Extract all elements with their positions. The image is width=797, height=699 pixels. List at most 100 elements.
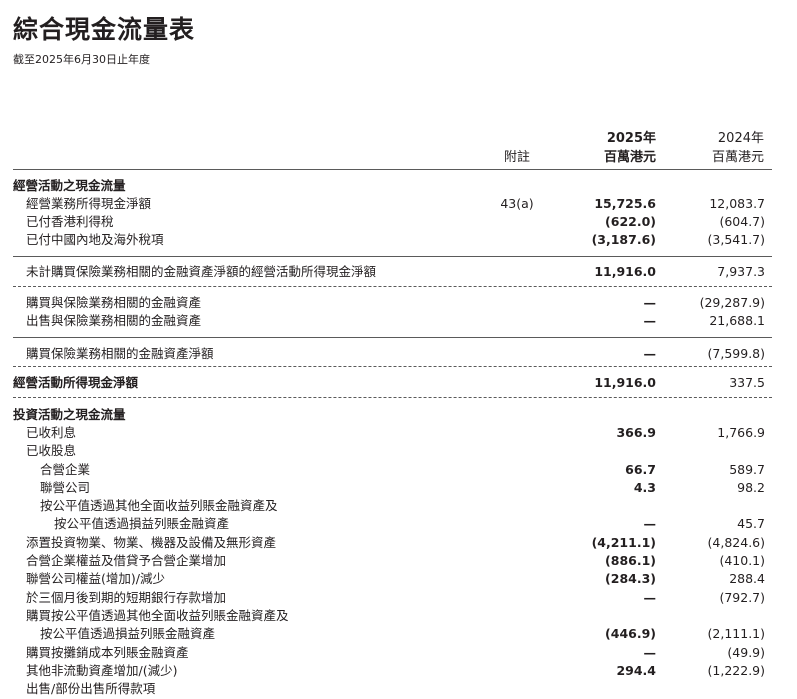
current-year-label: 2025年 <box>606 131 656 146</box>
row-value-2025: — <box>643 295 657 310</box>
period-subtitle: 截至2025年6月30日止年度 <box>13 53 150 66</box>
row-value-2025: — <box>643 516 657 531</box>
row-label: 經營業務所得現金淨額 <box>26 196 152 211</box>
row-label: 購買與保險業務相關的金融資產 <box>26 295 202 310</box>
row-label: 出售/部份出售所得款項 <box>26 681 156 696</box>
page-title: 綜合現金流量表 <box>13 15 196 44</box>
row-value-2024: (2,111.1) <box>707 626 765 641</box>
row-value-2024: 337.5 <box>729 375 765 390</box>
row-value-2024: 7,937.3 <box>717 264 765 279</box>
row-label: 合營企業權益及借貸予合營企業增加 <box>26 553 227 568</box>
row-value-2024: 12,083.7 <box>709 196 765 211</box>
table-row: 於三個月後到期的短期銀行存款增加 — (792.7) <box>0 589 797 607</box>
table-row: 購買按攤銷成本列賬金融資產 — (49.9) <box>0 644 797 662</box>
row-value-2025: — <box>643 645 657 660</box>
row-value-2024: (4,824.6) <box>707 535 765 550</box>
row-value-2025: (622.0) <box>605 214 656 229</box>
table-row: 已收股息 <box>0 442 797 460</box>
row-label: 投資活動之現金流量 <box>13 407 126 422</box>
row-value-2025: (886.1) <box>605 553 656 568</box>
row-value-2024: 45.7 <box>737 516 765 531</box>
note-column-header: 附註 <box>503 150 530 165</box>
row-value-2024: (410.1) <box>719 553 765 568</box>
row-label: 按公平值透過其他全面收益列賬金融資產及 <box>40 498 278 513</box>
row-value-2024: (3,541.7) <box>707 232 765 247</box>
row-label: 合營企業 <box>40 462 91 477</box>
dashed-rule <box>13 366 772 367</box>
row-value-2025: (3,187.6) <box>591 232 656 247</box>
row-value-2025: 66.7 <box>625 462 656 477</box>
row-value-2024: 589.7 <box>729 462 765 477</box>
row-label: 經營活動所得現金淨額 <box>13 375 139 390</box>
row-label: 經營活動之現金流量 <box>13 178 126 193</box>
row-value-2025: — <box>643 313 657 328</box>
row-label: 購買按公平值透過其他全面收益列賬金融資產及 <box>26 608 289 623</box>
table-row: 按公平值透過損益列賬金融資產 (446.9) (2,111.1) <box>0 625 797 643</box>
table-row: 合營企業權益及借貸予合營企業增加 (886.1) (410.1) <box>0 552 797 570</box>
table-row: 經營業務所得現金淨額 43(a) 15,725.6 12,083.7 <box>0 195 797 213</box>
row-label: 添置投資物業、物業、機器及設備及無形資產 <box>26 535 277 550</box>
row-label: 出售與保險業務相關的金融資產 <box>26 313 202 328</box>
table-row: 聯營公司 4.3 98.2 <box>0 479 797 497</box>
table-row: 已收利息 366.9 1,766.9 <box>0 424 797 442</box>
prior-year-column-header: 2024年 百萬港元 <box>668 129 764 167</box>
row-value-2024: (604.7) <box>719 214 765 229</box>
row-label: 按公平值透過損益列賬金融資產 <box>40 626 216 641</box>
row-label: 按公平值透過損益列賬金融資產 <box>54 516 230 531</box>
row-value-2024: (49.9) <box>727 645 765 660</box>
row-value-2024: 1,766.9 <box>717 425 765 440</box>
row-label: 已付中國內地及海外稅項 <box>26 232 164 247</box>
row-value-2025: 366.9 <box>616 425 656 440</box>
table-row: 已付中國內地及海外稅項 (3,187.6) (3,541.7) <box>0 231 797 249</box>
row-note: 43(a) <box>500 196 534 211</box>
table-row: 未計購買保險業務相關的金融資產淨額的經營活動所得現金淨額 11,916.0 7,… <box>0 263 797 281</box>
row-value-2025: (446.9) <box>605 626 656 641</box>
table-row: 其他非流動資產增加/(減少) 294.4 (1,222.9) <box>0 662 797 680</box>
row-value-2024: (1,222.9) <box>707 663 765 678</box>
row-value-2025: 11,916.0 <box>594 264 656 279</box>
row-value-2025: 4.3 <box>633 480 656 495</box>
table-row: 合營企業 66.7 589.7 <box>0 461 797 479</box>
row-label: 已收利息 <box>26 425 77 440</box>
row-label: 購買按攤銷成本列賬金融資產 <box>26 645 189 660</box>
table-row: 聯營公司權益(增加)/減少 (284.3) 288.4 <box>0 570 797 588</box>
row-value-2025: 294.4 <box>616 663 656 678</box>
row-value-2024: 288.4 <box>729 571 765 586</box>
row-value-2025: — <box>643 590 657 605</box>
row-label: 已收股息 <box>26 443 77 458</box>
row-value-2025: 11,916.0 <box>594 375 656 390</box>
table-row: 投資活動之現金流量 <box>0 406 797 424</box>
section-rule <box>13 337 772 338</box>
row-value-2024: (29,287.9) <box>699 295 765 310</box>
dashed-rule <box>13 397 772 398</box>
table-row: 出售與保險業務相關的金融資產 — 21,688.1 <box>0 312 797 330</box>
row-value-2024: 98.2 <box>737 480 765 495</box>
header-rule <box>13 169 772 170</box>
row-label: 聯營公司權益(增加)/減少 <box>26 571 165 586</box>
table-row: 購買按公平值透過其他全面收益列賬金融資產及 <box>0 607 797 625</box>
row-label: 於三個月後到期的短期銀行存款增加 <box>26 590 227 605</box>
row-label: 未計購買保險業務相關的金融資產淨額的經營活動所得現金淨額 <box>26 264 377 279</box>
row-value-2025: — <box>643 346 657 361</box>
row-value-2025: (284.3) <box>605 571 656 586</box>
current-unit-label: 百萬港元 <box>603 150 656 165</box>
table-row: 按公平值透過其他全面收益列賬金融資產及 <box>0 497 797 515</box>
table-row: 按公平值透過損益列賬金融資產 — 45.7 <box>0 515 797 533</box>
row-value-2024: 21,688.1 <box>709 313 765 328</box>
row-value-2024: (792.7) <box>719 590 765 605</box>
table-row: 已付香港利得稅 (622.0) (604.7) <box>0 213 797 231</box>
table-row: 購買與保險業務相關的金融資產 — (29,287.9) <box>0 294 797 312</box>
prior-unit-label: 百萬港元 <box>711 150 764 165</box>
row-label: 聯營公司 <box>40 480 91 495</box>
dashed-rule <box>13 286 772 287</box>
table-row: 經營活動所得現金淨額 11,916.0 337.5 <box>0 374 797 392</box>
row-label: 購買保險業務相關的金融資產淨額 <box>26 346 214 361</box>
row-value-2025: 15,725.6 <box>594 196 656 211</box>
row-label: 其他非流動資產增加/(減少) <box>26 663 178 678</box>
table-row: 添置投資物業、物業、機器及設備及無形資產 (4,211.1) (4,824.6) <box>0 534 797 552</box>
current-year-column-header: 2025年 百萬港元 <box>560 129 656 167</box>
table-row: 購買保險業務相關的金融資產淨額 — (7,599.8) <box>0 345 797 363</box>
table-row: 出售/部份出售所得款項 <box>0 680 797 698</box>
prior-year-label: 2024年 <box>717 131 764 146</box>
row-value-2025: (4,211.1) <box>591 535 656 550</box>
